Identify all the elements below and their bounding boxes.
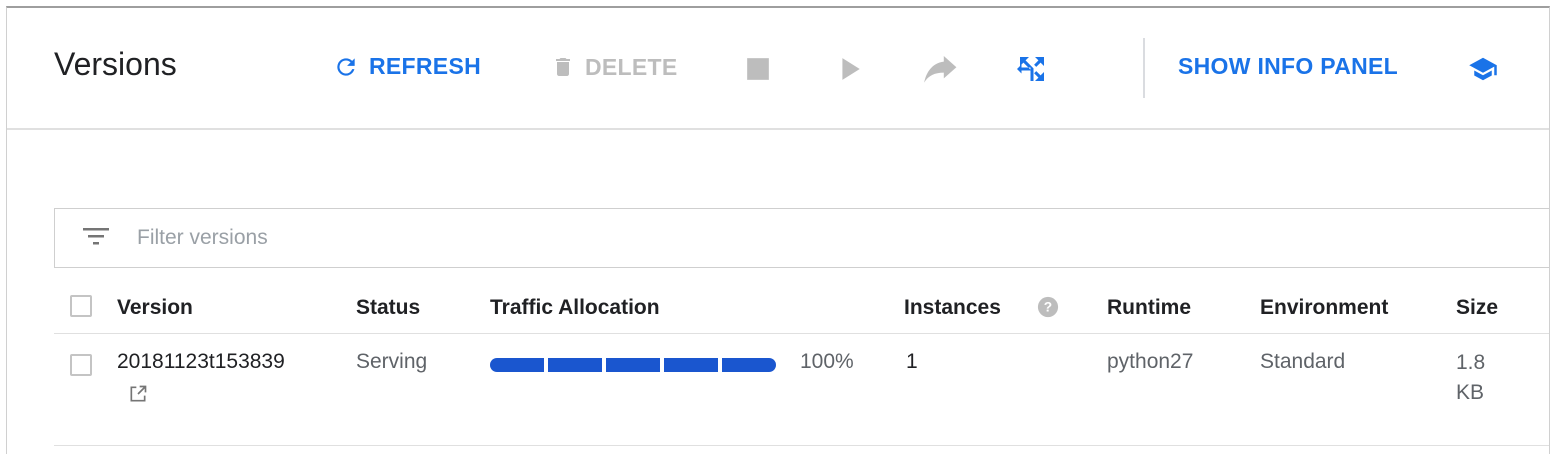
traffic-bar-segment — [664, 358, 718, 372]
header-instances[interactable]: Instances — [904, 296, 1001, 320]
split-traffic-icon — [1017, 57, 1044, 81]
delete-label: DELETE — [585, 53, 678, 80]
show-info-panel-label: SHOW INFO PANEL — [1178, 53, 1399, 79]
filter-icon[interactable] — [83, 226, 109, 251]
delete-button[interactable]: DELETE — [551, 53, 678, 81]
table-header-row: Version Status Traffic Allocation Instan… — [54, 278, 1549, 334]
play-icon — [842, 58, 860, 80]
runtime-value: python27 — [1107, 350, 1194, 373]
versions-panel: Versions REFRESH DELETE SHOW INFO PANEL … — [6, 6, 1550, 454]
svg-text:?: ? — [1044, 300, 1052, 315]
row-checkbox[interactable] — [70, 354, 92, 376]
migrate-traffic-button[interactable] — [921, 56, 961, 89]
help-icon[interactable]: ? — [1037, 296, 1059, 323]
traffic-allocation-bar — [490, 358, 776, 372]
stop-button[interactable] — [745, 56, 771, 87]
traffic-bar-segment — [606, 358, 660, 372]
filter-versions-input[interactable] — [137, 226, 737, 250]
header-runtime[interactable]: Runtime — [1107, 296, 1191, 320]
learn-button[interactable] — [1467, 54, 1499, 89]
traffic-percent: 100% — [800, 350, 854, 373]
toolbar: Versions REFRESH DELETE SHOW INFO PANEL — [7, 8, 1549, 130]
header-environment[interactable]: Environment — [1260, 296, 1388, 320]
size-value: 1.8 KB — [1456, 351, 1486, 404]
instances-value: 1 — [906, 350, 918, 373]
page-title: Versions — [54, 46, 177, 82]
status-value: Serving — [356, 350, 428, 373]
traffic-bar-segment — [490, 358, 544, 372]
traffic-bar-segment — [722, 358, 776, 372]
header-version[interactable]: Version — [117, 296, 193, 320]
version-id[interactable]: 20181123t153839 — [117, 350, 285, 374]
toolbar-divider — [1143, 38, 1145, 98]
filter-bar — [54, 208, 1549, 268]
school-icon — [1469, 57, 1497, 81]
table-row: 20181123t153839 Serving 100% 1 python27 … — [54, 334, 1549, 446]
start-button[interactable] — [837, 54, 863, 89]
trash-icon — [551, 53, 575, 81]
migrate-icon — [924, 56, 957, 83]
refresh-button[interactable]: REFRESH — [333, 53, 481, 80]
stop-icon — [747, 58, 769, 80]
select-all-checkbox[interactable] — [70, 295, 92, 317]
traffic-bar-segment — [548, 358, 602, 372]
split-traffic-button[interactable] — [1013, 51, 1051, 92]
header-size[interactable]: Size — [1456, 296, 1498, 320]
header-traffic-allocation[interactable]: Traffic Allocation — [490, 296, 660, 320]
show-info-panel-button[interactable]: SHOW INFO PANEL — [1178, 53, 1398, 80]
header-status[interactable]: Status — [356, 296, 420, 320]
refresh-icon — [333, 54, 359, 80]
refresh-label: REFRESH — [369, 53, 482, 79]
open-in-new-icon[interactable] — [128, 384, 148, 409]
versions-table: Version Status Traffic Allocation Instan… — [54, 278, 1549, 446]
environment-value: Standard — [1260, 350, 1346, 373]
